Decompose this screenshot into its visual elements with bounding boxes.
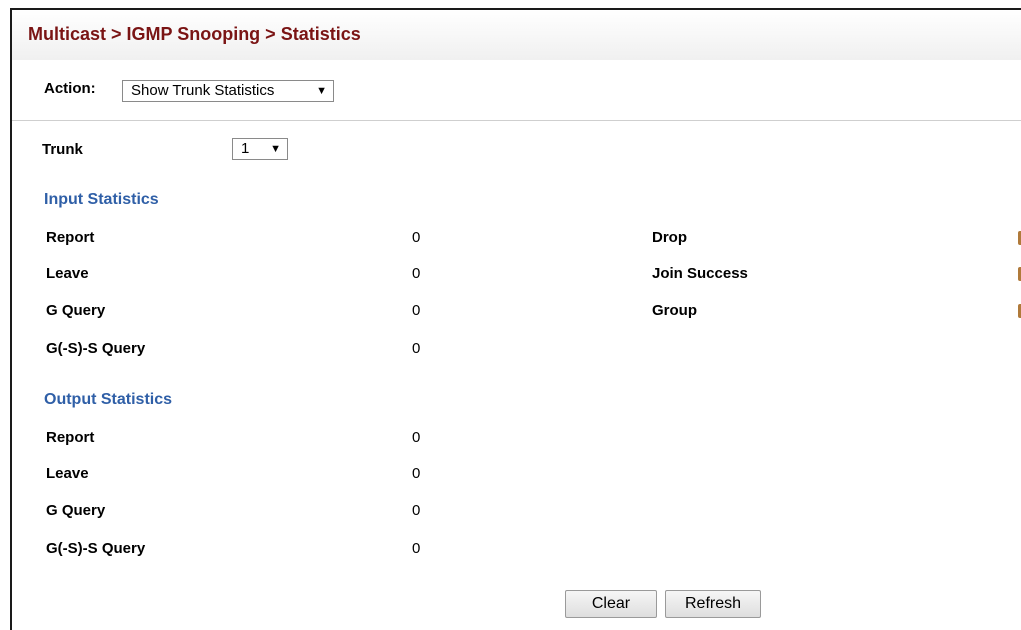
input-g-query-label: G Query — [46, 302, 106, 319]
output-gss-query-value: 0 — [412, 540, 421, 557]
action-select-value: Show Trunk Statistics — [131, 82, 275, 99]
trunk-select-value: 1 — [241, 140, 250, 157]
dropdown-arrow-icon: ▼ — [270, 143, 281, 155]
action-bar: Action: Show Trunk Statistics ▼ — [12, 60, 1021, 121]
input-join-success-label: Join Success — [652, 265, 748, 282]
trunk-select[interactable]: 1 ▼ — [232, 138, 288, 160]
clear-button[interactable]: Clear — [565, 590, 657, 618]
input-g-query-value: 0 — [412, 302, 421, 319]
dropdown-arrow-icon: ▼ — [316, 85, 327, 97]
input-leave-value: 0 — [412, 265, 421, 282]
output-gss-query-label: G(-S)-S Query — [46, 540, 146, 557]
input-report-label: Report — [46, 229, 95, 246]
action-label: Action: — [44, 80, 96, 97]
output-g-query-label: G Query — [46, 502, 106, 519]
input-statistics-title: Input Statistics — [44, 191, 159, 208]
input-report-value: 0 — [412, 229, 421, 246]
output-leave-label: Leave — [46, 465, 89, 482]
output-leave-value: 0 — [412, 465, 421, 482]
content-frame: Multicast > IGMP Snooping > Statistics A… — [10, 8, 1021, 630]
trunk-label: Trunk — [42, 141, 83, 158]
output-g-query-value: 0 — [412, 502, 421, 519]
action-select[interactable]: Show Trunk Statistics ▼ — [122, 80, 334, 102]
input-leave-label: Leave — [46, 265, 89, 282]
output-report-value: 0 — [412, 429, 421, 446]
output-report-label: Report — [46, 429, 95, 446]
output-statistics-title: Output Statistics — [44, 391, 173, 408]
input-group-label: Group — [652, 302, 697, 319]
page-title: Multicast > IGMP Snooping > Statistics — [28, 24, 361, 44]
input-drop-label: Drop — [652, 229, 687, 246]
input-gss-query-label: G(-S)-S Query — [46, 340, 146, 357]
refresh-button[interactable]: Refresh — [665, 590, 761, 618]
title-bar: Multicast > IGMP Snooping > Statistics — [12, 10, 1021, 61]
input-gss-query-value: 0 — [412, 340, 421, 357]
